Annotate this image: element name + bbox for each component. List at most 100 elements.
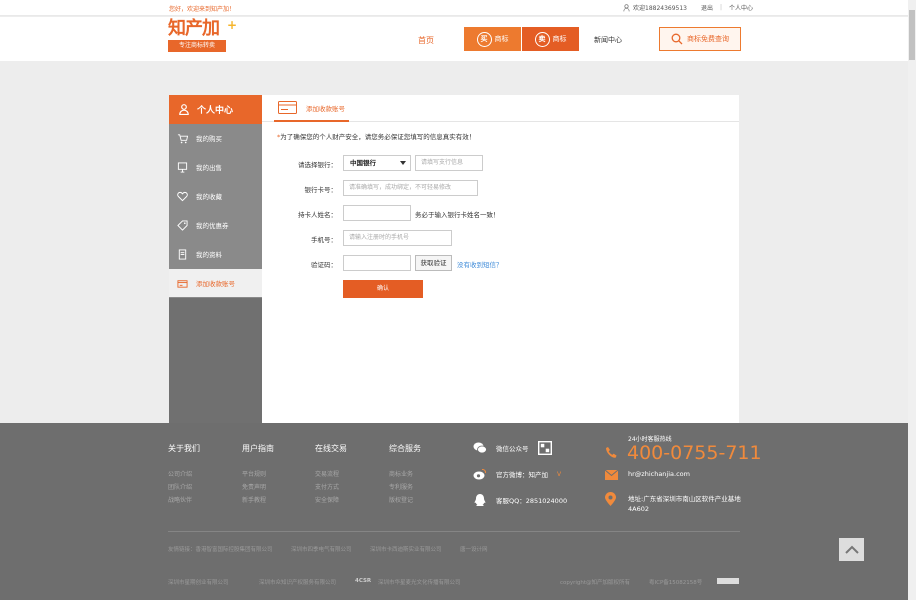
qrcode-icon bbox=[537, 441, 552, 455]
buy-trademark-label: 商标 bbox=[494, 35, 509, 43]
email-link[interactable]: hr@zhichanjia.com bbox=[628, 470, 690, 478]
footer-col-trade: 在线交易 交易流程 支付方式 安全保障 bbox=[315, 443, 347, 507]
logo-plus: + bbox=[227, 18, 238, 32]
bank-label: 请选择银行： bbox=[298, 161, 337, 169]
sidebar-item-profile[interactable]: 我的资料 bbox=[169, 240, 262, 269]
user-links: 欢迎18824369513 退出 | 个人中心 bbox=[623, 3, 753, 12]
friend-link[interactable]: 深圳市四季电气有限公司 bbox=[291, 545, 352, 553]
footer-col-title: 在线交易 bbox=[315, 444, 347, 453]
footer-link[interactable]: 平台规则 bbox=[242, 468, 274, 481]
sell-trademark-button[interactable]: 卖 商标 bbox=[522, 27, 579, 51]
scrollbar-thumb[interactable] bbox=[909, 10, 915, 60]
card-number-input[interactable]: 请准确填写，成功绑定，不可轻易修改 bbox=[343, 180, 478, 196]
friend-link[interactable]: 深圳市卡西迪斯实业有限公司 bbox=[370, 545, 442, 553]
wechat-row[interactable]: 微信公众号 bbox=[473, 441, 552, 455]
nav-news[interactable]: 新闻中心 bbox=[594, 35, 622, 45]
logo[interactable]: 知产加 + 专注商标转卖 bbox=[168, 18, 238, 55]
friend-link[interactable]: 深圳市华星麦光文化传播有限公司 bbox=[378, 578, 461, 586]
code-input[interactable] bbox=[343, 255, 411, 271]
chevron-down-icon bbox=[400, 161, 406, 165]
friend-link[interactable]: 深圳市众知识产权服务有限公司 bbox=[259, 578, 336, 586]
cart-icon bbox=[177, 133, 188, 143]
holder-label: 持卡人姓名： bbox=[298, 211, 337, 219]
footer-link[interactable]: 专利服务 bbox=[389, 481, 421, 494]
user-icon bbox=[179, 104, 189, 115]
sidebar-title: 个人中心 bbox=[197, 106, 234, 116]
sell-badge-icon: 卖 bbox=[534, 31, 550, 47]
footer-link[interactable]: 团队介绍 bbox=[168, 481, 200, 494]
user-icon bbox=[623, 3, 630, 11]
branch-input[interactable]: 请填写支行信息 bbox=[415, 155, 483, 171]
footer-link[interactable]: 安全保障 bbox=[315, 494, 347, 507]
footer-link[interactable]: 战略伙伴 bbox=[168, 494, 200, 507]
wechat-label: 微信公众号 bbox=[496, 445, 529, 453]
notice-text: 为了确保您的个人财产安全，请您务必保证您填写的信息真实有效！ bbox=[280, 133, 476, 141]
confirm-button[interactable]: 确认 bbox=[343, 280, 423, 298]
card-label: 银行卡号： bbox=[304, 186, 338, 194]
sidebar-item-coupons[interactable]: 我的优惠券 bbox=[169, 211, 262, 240]
qq-icon bbox=[474, 494, 486, 506]
footer-link[interactable]: 版权登记 bbox=[389, 494, 421, 507]
card-icon bbox=[278, 101, 297, 114]
footer-link[interactable]: 新手教程 bbox=[242, 494, 274, 507]
sidebar-item-favorites[interactable]: 我的收藏 bbox=[169, 182, 262, 211]
back-to-top-button[interactable] bbox=[839, 538, 864, 561]
wechat-icon bbox=[473, 442, 487, 454]
phone-input[interactable]: 请输入注册时的手机号 bbox=[343, 230, 452, 246]
logo-name: 知产加 bbox=[168, 18, 220, 39]
bank-select[interactable]: 中国银行 bbox=[343, 155, 411, 171]
friend-link[interactable]: 深圳市星期创业有限公司 bbox=[168, 578, 229, 586]
phone-icon bbox=[606, 447, 617, 458]
get-code-button[interactable]: 获取验证 bbox=[415, 255, 452, 271]
document-icon bbox=[178, 248, 187, 260]
sidebar-item-label: 添加收款账号 bbox=[196, 280, 235, 288]
buy-trademark-button[interactable]: 买 商标 bbox=[464, 27, 521, 51]
weibo-row[interactable]: 官方微博：知产加 V bbox=[473, 467, 561, 481]
holder-hint: 务必于输入银行卡姓名一致！ bbox=[415, 211, 500, 219]
footer-col-guide: 用户指南 平台规则 免责声明 新手教程 bbox=[242, 443, 274, 507]
heart-icon bbox=[177, 191, 188, 201]
tab-add-account[interactable]: 添加收款账号 bbox=[274, 95, 349, 122]
cnzz-badge-icon[interactable] bbox=[717, 578, 739, 584]
footer: 关于我们 公司介绍 团队介绍 战略伙伴 用户指南 平台规则 免责声明 新手教程 … bbox=[0, 423, 908, 600]
sidebar-item-label: 我的资料 bbox=[196, 251, 222, 259]
footer-link[interactable]: 公司介绍 bbox=[168, 468, 200, 481]
partner-logo-icon: 4CSR bbox=[355, 578, 372, 584]
scrollbar[interactable] bbox=[908, 0, 916, 600]
nav-home[interactable]: 首页 bbox=[418, 35, 434, 46]
hotline-number: 400-0755-711 bbox=[627, 442, 762, 464]
weibo-icon bbox=[473, 468, 487, 480]
chevron-up-icon bbox=[844, 545, 859, 554]
copyright-text: copyright@知产加版权所有 bbox=[560, 580, 631, 586]
qq-row[interactable]: 客服QQ：2851024000 bbox=[473, 493, 567, 507]
sidebar: 个人中心 我的购买 我的出售 我的收藏 我的优惠券 我的资料 添加收款账号 bbox=[169, 95, 262, 423]
footer-link[interactable]: 支付方式 bbox=[315, 481, 347, 494]
footer-link[interactable]: 商标业务 bbox=[389, 468, 421, 481]
coupon-icon bbox=[177, 219, 188, 231]
sidebar-item-sales[interactable]: 我的出售 bbox=[169, 153, 262, 182]
holder-name-input[interactable] bbox=[343, 205, 411, 221]
sidebar-item-purchases[interactable]: 我的购买 bbox=[169, 124, 262, 153]
no-sms-link[interactable]: 没有收到短信？ bbox=[457, 259, 503, 269]
footer-divider bbox=[168, 531, 740, 532]
sidebar-item-label: 我的出售 bbox=[196, 164, 222, 172]
top-bar: 您好，欢迎来到知产加！ 欢迎18824369513 退出 | 个人中心 bbox=[0, 0, 908, 16]
qq-label: 客服QQ：2851024000 bbox=[496, 497, 568, 505]
icp-text: 粤ICP备15082158号 bbox=[649, 580, 703, 586]
buy-badge-icon: 买 bbox=[476, 31, 492, 47]
mail-icon bbox=[605, 470, 618, 480]
user-phone: 欢迎18824369513 bbox=[633, 5, 687, 12]
weibo-label: 官方微博：知产加 bbox=[496, 471, 548, 479]
card-icon bbox=[177, 279, 188, 288]
sidebar-item-add-account[interactable]: 添加收款账号 bbox=[169, 269, 262, 298]
footer-link[interactable]: 交易流程 bbox=[315, 468, 347, 481]
personal-center-link[interactable]: 个人中心 bbox=[729, 3, 753, 12]
friend-link[interactable]: 唐一设计网 bbox=[460, 545, 488, 553]
footer-link[interactable]: 免责声明 bbox=[242, 481, 274, 494]
security-notice: *为了确保您的个人财产安全，请您务必保证您填写的信息真实有效！ bbox=[277, 131, 475, 141]
address-text: 地址:广东省深圳市南山区软件产业基地4A602 bbox=[628, 495, 741, 513]
monitor-icon bbox=[177, 161, 188, 173]
friend-link[interactable]: 友情链接：香港智富国际控股集团有限公司 bbox=[168, 545, 273, 553]
free-search-button[interactable]: 商标免费查询 bbox=[659, 27, 741, 51]
logout-link[interactable]: 退出 bbox=[701, 3, 713, 12]
